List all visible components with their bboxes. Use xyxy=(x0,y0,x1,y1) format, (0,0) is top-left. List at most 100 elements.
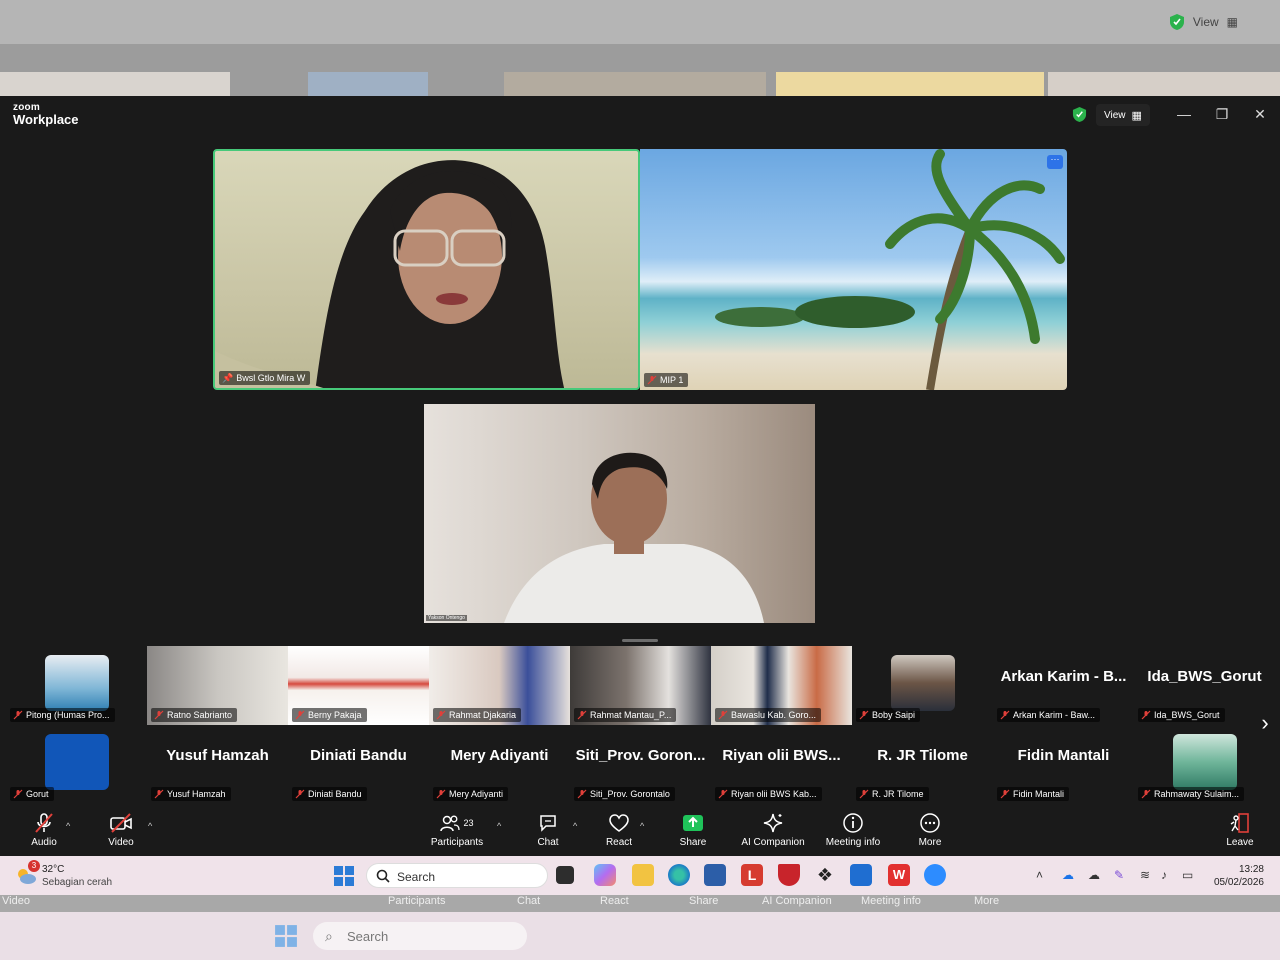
dropbox-icon[interactable]: ❖ xyxy=(814,864,836,886)
share-button[interactable]: Share xyxy=(673,811,713,848)
participant-name-tag: Rahmat Mantau_P... xyxy=(574,708,677,722)
info-icon xyxy=(843,813,863,833)
participant-name: Bwsl Gtlo Mira W xyxy=(236,373,306,383)
outer-video-thumb xyxy=(504,72,766,96)
cloud-sync-icon[interactable]: ☁ xyxy=(1088,868,1100,882)
outer-label: Video xyxy=(2,895,30,907)
video-tile[interactable]: Yakson Ontengo xyxy=(424,404,815,623)
mic-muted-icon xyxy=(154,789,164,799)
grid-icon: ▦ xyxy=(1131,109,1142,122)
mcafee-icon[interactable] xyxy=(778,864,800,886)
audio-button[interactable]: Audio xyxy=(24,811,64,848)
gallery-tile[interactable]: Mery Adiyanti Mery Adiyanti xyxy=(429,725,570,804)
video-button[interactable]: Video xyxy=(101,811,141,848)
participant-name: MIP 1 xyxy=(660,375,684,385)
task-view-icon[interactable] xyxy=(556,866,574,884)
file-explorer-icon[interactable] xyxy=(632,864,654,886)
outer-video-thumb xyxy=(776,72,1044,96)
leave-button[interactable]: Leave xyxy=(1220,811,1260,848)
microsoft-store-icon[interactable] xyxy=(704,864,726,886)
video-options-chevron-icon[interactable]: ^ xyxy=(148,821,152,831)
more-options-icon[interactable]: ··· xyxy=(1047,155,1063,169)
participant-name-tag: Ida_BWS_Gorut xyxy=(1138,708,1225,722)
gallery-tile[interactable]: Boby Saipi xyxy=(852,646,993,725)
chat-button[interactable]: Chat xyxy=(528,811,568,848)
mic-muted-icon xyxy=(295,710,305,720)
participant-display-name: Fidin Mantali xyxy=(1017,747,1110,764)
audio-options-chevron-icon[interactable]: ^ xyxy=(66,821,70,831)
taskbar-search[interactable]: Search xyxy=(366,863,548,888)
react-options-chevron-icon[interactable]: ^ xyxy=(640,821,644,831)
onedrive-cloud-icon[interactable]: ☁ xyxy=(1062,868,1074,882)
mic-muted-icon xyxy=(647,375,657,385)
outer-label: AI Companion xyxy=(762,895,832,907)
gallery-tile[interactable]: Diniati Bandu Diniati Bandu xyxy=(288,725,429,804)
gallery-tile[interactable]: Gorut xyxy=(6,725,147,804)
weather-badge: 3 xyxy=(28,860,40,872)
participant-name: Rahmat Djakaria xyxy=(449,710,517,720)
restore-button[interactable]: ❐ xyxy=(1212,104,1232,124)
encryption-shield-icon[interactable] xyxy=(1072,106,1087,123)
participant-name-tag: Fidin Mantali xyxy=(997,787,1070,801)
outer-label: Meeting info xyxy=(861,895,921,907)
pen-input-icon[interactable]: ✎ xyxy=(1114,868,1124,882)
participant-name-tag: Ratno Sabrianto xyxy=(151,708,238,722)
volume-icon[interactable]: ♪ xyxy=(1161,868,1167,882)
wifi-icon[interactable]: ≋ xyxy=(1140,868,1150,882)
gallery-tile[interactable]: Arkan Karim - B... Arkan Karim - Baw... xyxy=(993,646,1134,725)
resize-handle[interactable] xyxy=(622,639,658,642)
windows-start-icon[interactable] xyxy=(333,865,355,887)
gallery-tile[interactable]: Fidin Mantali Fidin Mantali xyxy=(993,725,1134,804)
gallery-tile[interactable]: Riyan olii BWS... Riyan olii BWS Kab... xyxy=(711,725,852,804)
app-l-icon[interactable]: L xyxy=(741,864,763,886)
participants-button[interactable]: 23 Participants xyxy=(425,811,489,848)
gallery-tile[interactable]: Pitong (Humas Pro... xyxy=(6,646,147,725)
minimize-button[interactable]: — xyxy=(1174,104,1194,124)
gallery-tile[interactable]: Berny Pakaja xyxy=(288,646,429,725)
view-button[interactable]: View ▦ xyxy=(1096,104,1150,126)
view-label: View xyxy=(1104,109,1126,121)
gallery-tile[interactable]: R. JR Tilome R. JR Tilome xyxy=(852,725,993,804)
battery-icon[interactable]: ▭ xyxy=(1182,868,1193,882)
gallery-tile[interactable]: Rahmat Mantau_P... xyxy=(570,646,711,725)
edge-browser-icon[interactable] xyxy=(668,864,690,886)
close-button[interactable]: ✕ xyxy=(1250,104,1270,124)
mic-muted-icon xyxy=(859,710,869,720)
video-tile[interactable]: ··· MIP 1 xyxy=(640,149,1067,390)
clock-date: 05/02/2026 xyxy=(1213,877,1264,888)
taskbar-search-label: Search xyxy=(397,870,436,884)
next-page-chevron-icon[interactable]: › xyxy=(1256,710,1274,736)
participant-display-name: Yusuf Hamzah xyxy=(166,747,269,764)
video-tile-active-speaker[interactable]: 📌 Bwsl Gtlo Mira W xyxy=(213,149,640,390)
mic-muted-icon xyxy=(1141,710,1151,720)
gallery-tile[interactable]: Rahmawaty Sulaim... xyxy=(1134,725,1275,804)
wps-office-icon[interactable]: W xyxy=(888,864,910,886)
participants-icon xyxy=(440,815,461,832)
gallery-tile[interactable]: Yusuf Hamzah Yusuf Hamzah xyxy=(147,725,288,804)
participants-options-chevron-icon[interactable]: ^ xyxy=(497,821,501,831)
chat-options-chevron-icon[interactable]: ^ xyxy=(573,821,577,831)
meeting-toolbar: Audio ^ Video ^ 23 Participants ^ Chat ^… xyxy=(0,807,1280,856)
outlook-icon[interactable] xyxy=(850,864,872,886)
gallery-tile[interactable]: Siti_Prov. Goron... Siti_Prov. Gorontalo xyxy=(570,725,711,804)
weather-widget[interactable]: 3 32°C Sebagian cerah xyxy=(14,860,164,890)
gallery-tile[interactable]: Rahmat Djakaria xyxy=(429,646,570,725)
system-clock[interactable]: 13:28 05/02/2026 xyxy=(1214,863,1264,889)
react-label: React xyxy=(605,837,633,848)
ai-companion-button[interactable]: AI Companion xyxy=(738,811,808,848)
participant-name: Gorut xyxy=(26,789,49,799)
participant-name: Berny Pakaja xyxy=(308,710,362,720)
participants-count: 23 xyxy=(463,818,474,828)
more-button[interactable]: More xyxy=(910,811,950,848)
meeting-info-button[interactable]: Meeting info xyxy=(821,811,885,848)
copilot-icon[interactable] xyxy=(594,864,616,886)
mic-muted-icon xyxy=(295,789,305,799)
react-button[interactable]: React xyxy=(599,811,639,848)
show-hidden-icons-chevron-icon[interactable]: ˄ xyxy=(1036,868,1043,882)
gallery-tile[interactable]: Ida_BWS_Gorut Ida_BWS_Gorut xyxy=(1134,646,1275,725)
zoom-app-icon[interactable] xyxy=(924,864,946,886)
gallery-tile[interactable]: Ratno Sabrianto xyxy=(147,646,288,725)
outer-view-button[interactable]: View ▦ xyxy=(1159,10,1248,34)
participant-name: Ratno Sabrianto xyxy=(167,710,233,720)
gallery-tile[interactable]: Bawaslu Kab. Goro... xyxy=(711,646,852,725)
